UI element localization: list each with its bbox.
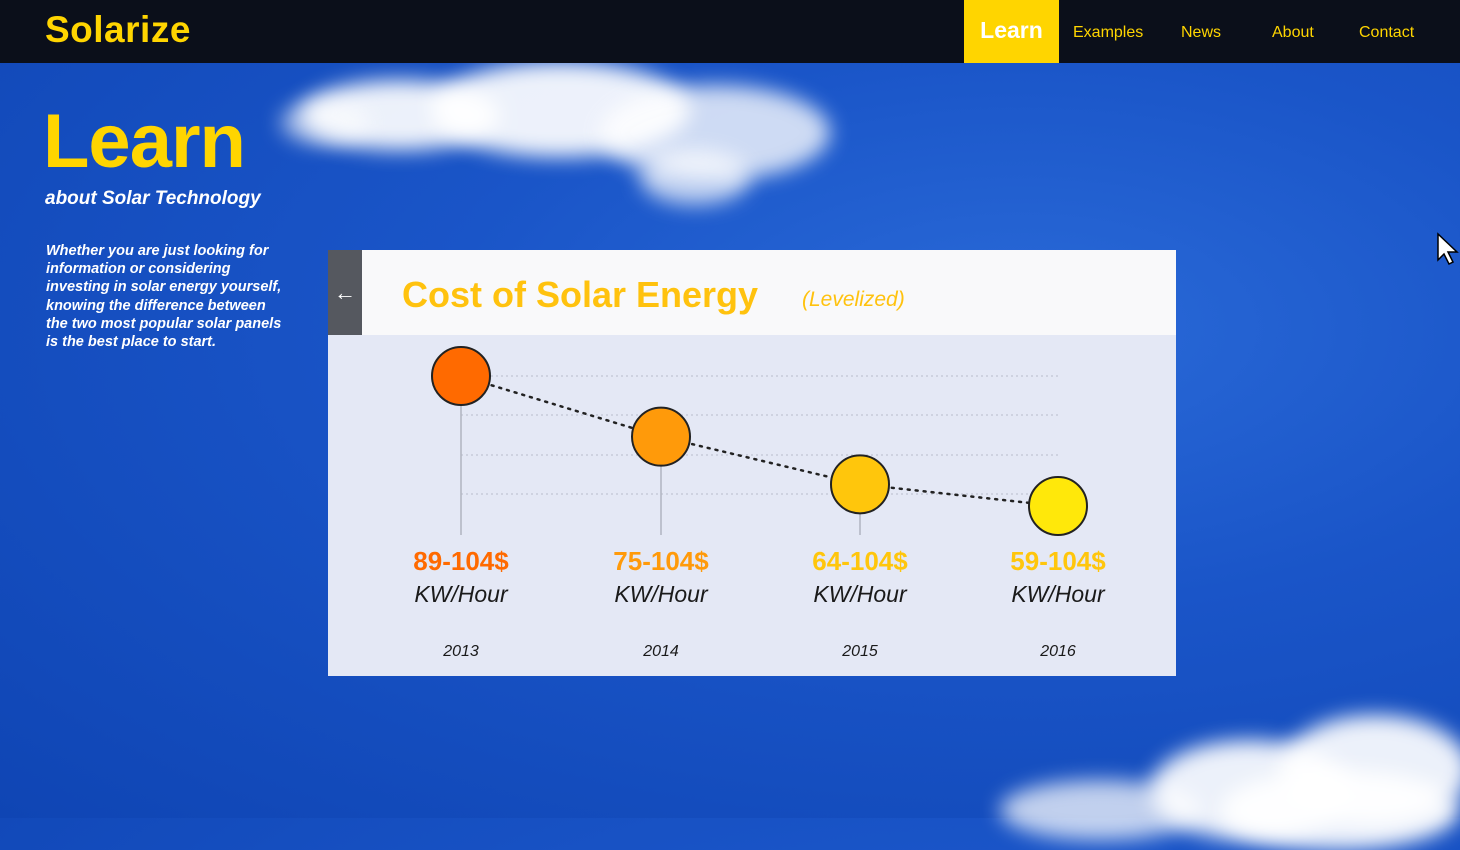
intro-paragraph: Whether you are just looking for informa… [46, 243, 282, 351]
x-tick-label: 2013 [442, 643, 479, 660]
data-point [431, 346, 491, 406]
nav-about[interactable]: About [1272, 0, 1314, 63]
nav-contact[interactable]: Contact [1359, 0, 1414, 63]
unit-label: KW/Hour [414, 581, 509, 607]
series-line-segment [659, 435, 862, 486]
nav-news[interactable]: News [1181, 0, 1221, 63]
data-point [1028, 476, 1088, 536]
nav-learn[interactable]: Learn [964, 0, 1059, 63]
data-label: 89-104$ [413, 546, 509, 576]
data-label: 75-104$ [613, 546, 709, 576]
x-tick-label: 2015 [841, 643, 878, 660]
mouse-cursor-icon [1437, 232, 1459, 266]
chart-title: Cost of Solar Energy [402, 274, 759, 315]
chart-subtitle: (Levelized) [802, 288, 905, 311]
back-button[interactable]: ← [328, 250, 362, 335]
x-tick-label: 2014 [642, 643, 679, 660]
x-tick-label: 2016 [1039, 643, 1076, 660]
chart-card: ← Cost of Solar Energy (Levelized) 89-10… [328, 250, 1176, 676]
arrow-left-icon: ← [334, 280, 356, 305]
data-point [830, 454, 890, 515]
cost-chart: 89-104$ KW/Hour 2013 75-104$ KW/Hour 2014 64-1… [413, 346, 1106, 660]
page-subtitle: about Solar Technology [45, 188, 261, 209]
unit-label: KW/Hour [813, 581, 908, 607]
nav-examples[interactable]: Examples [1073, 0, 1143, 63]
data-label: 64-104$ [812, 546, 908, 576]
unit-label: KW/Hour [1011, 581, 1106, 607]
data-label: 59-104$ [1010, 546, 1106, 576]
chart-header: Cost of Solar Energy (Levelized) [362, 250, 1176, 335]
top-nav-bar: Solarize Learn Examples News About Conta… [0, 0, 1460, 63]
series-line-segment [459, 374, 663, 438]
brand-logo[interactable]: Solarize [45, 9, 191, 51]
data-point [631, 406, 691, 467]
page-title: Learn [43, 99, 246, 184]
unit-label: KW/Hour [614, 581, 709, 607]
